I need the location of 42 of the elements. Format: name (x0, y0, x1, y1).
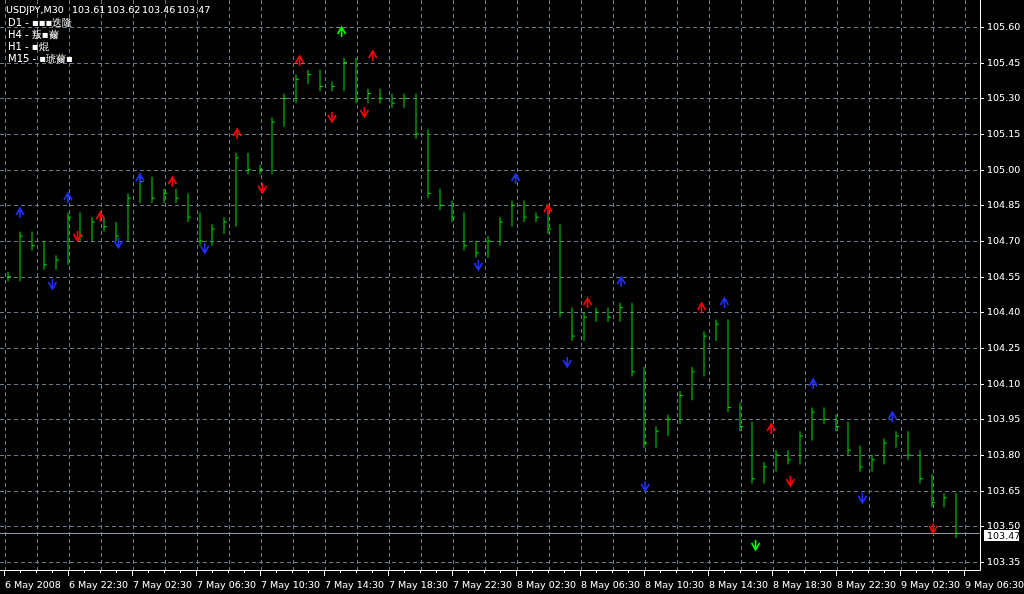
price-axis-label: 103.80 (987, 449, 1021, 460)
time-axis-label: 7 May 14:30 (325, 579, 385, 590)
indicator-line: H4 - 叛▪薾 (8, 29, 59, 40)
time-axis-label: 9 May 02:30 (901, 579, 961, 590)
price-axis-label: 105.15 (987, 128, 1021, 139)
price-axis-label: 104.40 (987, 306, 1021, 318)
time-axis-label: 8 May 02:30 (517, 579, 577, 590)
time-axis-label: 6 May 22:30 (69, 579, 129, 590)
time-axis-label: 7 May 06:30 (197, 579, 257, 590)
indicator-line: D1 - ▪▪▪迭隆 (8, 17, 73, 28)
time-axis-label: 8 May 18:30 (773, 579, 833, 590)
time-axis-label: 8 May 22:30 (837, 579, 897, 590)
price-axis-label: 103.95 (987, 413, 1021, 425)
time-axis-label: 8 May 06:30 (581, 579, 641, 590)
indicator-line: M15 - ▪琥薾▪ (8, 53, 73, 64)
time-axis-label: 7 May 22:30 (453, 579, 513, 590)
time-axis-label: 9 May 06:30 (965, 579, 1024, 590)
price-axis-label: 104.10 (987, 377, 1021, 389)
ohlc-value: 103.47 (177, 4, 211, 15)
ohlc-value: 103.61 (72, 4, 106, 15)
price-axis-label: 105.30 (987, 92, 1021, 104)
symbol-label: USDJPY,M30 (6, 4, 64, 15)
price-axis-label: 104.70 (987, 235, 1021, 246)
time-axis-label: 8 May 14:30 (709, 579, 769, 590)
price-axis-label: 105.00 (987, 163, 1021, 175)
price-axis-label: 104.55 (987, 270, 1021, 282)
time-axis-label: 7 May 10:30 (261, 579, 321, 590)
current-price-tag: 103.47 (984, 530, 1021, 541)
price-axis-label: 103.35 (987, 556, 1021, 567)
price-axis-label: 105.60 (987, 21, 1021, 32)
time-axis-label: 7 May 02:30 (133, 579, 193, 590)
price-axis-label: 105.45 (987, 56, 1021, 68)
price-axis-label: 104.85 (987, 199, 1021, 211)
time-axis-label: 6 May 2008 (5, 579, 61, 590)
price-axis-label: 103.50 (987, 520, 1021, 532)
indicator-line: H1 - ▪焜 (8, 41, 49, 52)
price-axis-label: 103.65 (987, 484, 1021, 496)
time-axis-label: 7 May 18:30 (389, 579, 449, 590)
ohlc-value: 103.62 (107, 4, 141, 15)
ohlc-value: 103.46 (142, 4, 176, 15)
price-axis-label: 104.25 (987, 342, 1021, 353)
time-axis-label: 8 May 10:30 (645, 579, 705, 590)
